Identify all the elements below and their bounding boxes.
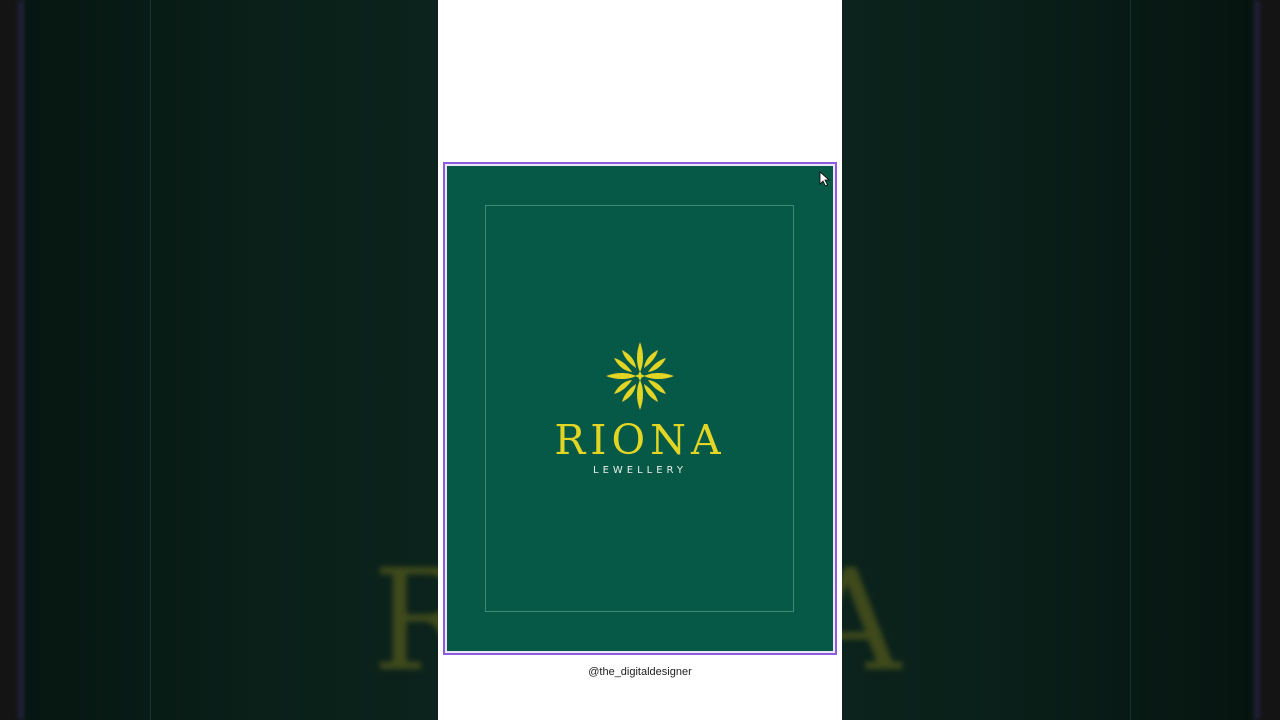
- brand-subtitle[interactable]: LEWELLERY: [540, 465, 740, 476]
- background-frame-strip-left: [18, 0, 24, 720]
- background-frame-strip-right: [1254, 0, 1260, 720]
- floral-emblem-icon[interactable]: [604, 340, 676, 412]
- brand-name[interactable]: RIONA: [540, 416, 740, 464]
- background-edge-left: [0, 0, 18, 720]
- background-guide-line: [150, 0, 151, 720]
- background-guide-line: [1130, 0, 1131, 720]
- creator-watermark: @the_digitaldesigner: [588, 666, 692, 678]
- mouse-pointer-icon: [819, 171, 831, 187]
- background-edge-right: [1260, 0, 1280, 720]
